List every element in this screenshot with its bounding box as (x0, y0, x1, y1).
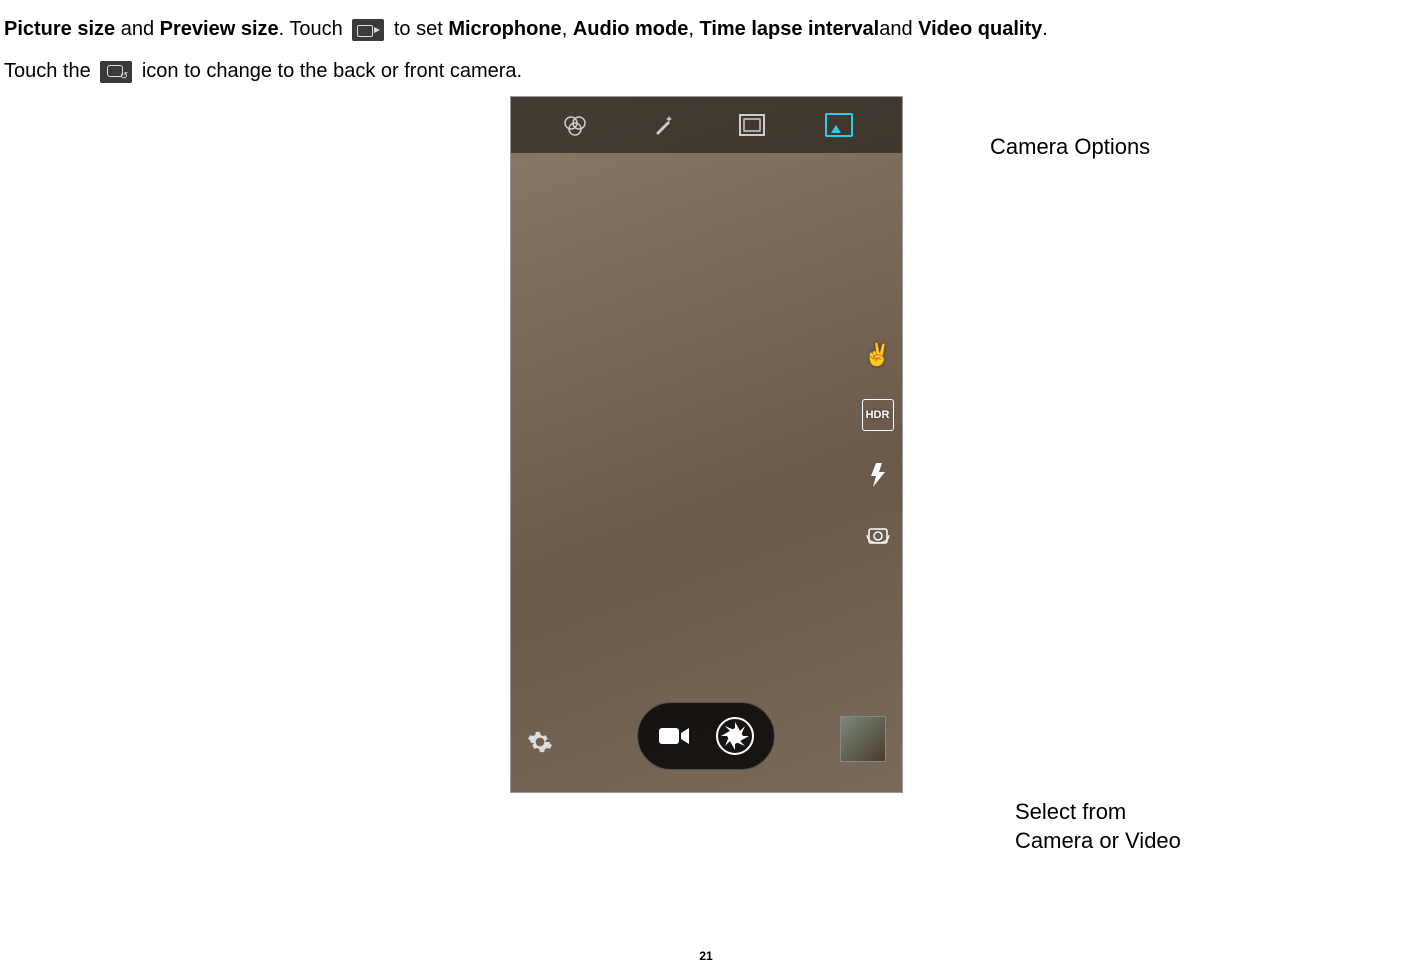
bold-video-quality: Video quality (918, 18, 1042, 40)
bold-microphone: Microphone (448, 18, 561, 40)
gesture-icon[interactable]: ✌ (862, 339, 894, 371)
bold-audio-mode: Audio mode (573, 18, 689, 40)
bold-picture-size: Picture size (4, 18, 115, 40)
callout-camera-options: Camera Options (990, 134, 1150, 160)
settings-gear-icon[interactable] (527, 729, 553, 762)
page-content: Picture size and Preview size. Touch to … (0, 8, 1412, 793)
rotate-camera-icon[interactable] (862, 519, 894, 551)
camera-bottom-controls (637, 702, 775, 770)
magic-wand-icon[interactable] (648, 109, 680, 141)
shutter-icon[interactable] (712, 713, 758, 759)
instruction-line-1: Picture size and Preview size. Touch to … (0, 8, 1412, 50)
page-number: 21 (699, 949, 712, 963)
figure-container: ✌ HDR Camera (0, 96, 1412, 793)
phone-screenshot: ✌ HDR (510, 96, 903, 793)
callout-select-mode: Select from Camera or Video (1015, 798, 1181, 855)
bold-preview-size: Preview size (160, 18, 279, 40)
filter-icon[interactable] (559, 109, 591, 141)
switch-camera-icon (100, 61, 132, 83)
camera-side-icons: ✌ HDR (862, 339, 894, 551)
bold-time-lapse: Time lapse interval (699, 18, 879, 40)
gallery-icon[interactable] (825, 113, 853, 137)
instruction-line-2: Touch the icon to change to the back or … (0, 50, 1412, 92)
flash-icon[interactable] (862, 459, 894, 491)
camera-top-bar (511, 97, 902, 153)
frame-icon[interactable] (736, 109, 768, 141)
video-record-icon[interactable] (654, 722, 694, 750)
thumbnail-preview[interactable] (840, 716, 886, 762)
hdr-icon[interactable]: HDR (862, 399, 894, 431)
video-settings-icon (352, 19, 384, 41)
